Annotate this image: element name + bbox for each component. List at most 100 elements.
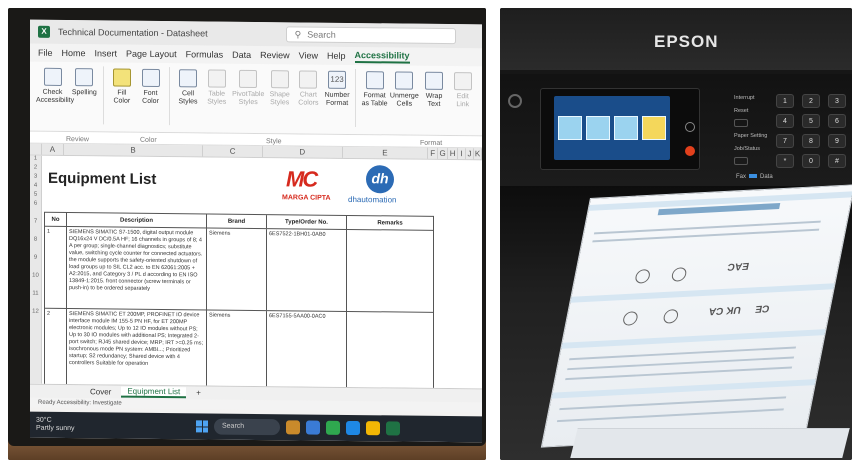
- ribbon: Check Accessibility Spelling Fill Color …: [30, 61, 482, 137]
- pivottable-styles-button[interactable]: PivotTable Styles: [232, 68, 264, 107]
- key-3[interactable]: 3: [828, 94, 846, 108]
- taskbar-app-icon[interactable]: [306, 420, 320, 435]
- row-headers: 1 2 3 4 5 6 7 8 9 10 11 12: [30, 155, 42, 384]
- cell-remarks[interactable]: [347, 230, 433, 312]
- add-sheet-icon[interactable]: +: [196, 388, 201, 397]
- tab-data[interactable]: Data: [232, 50, 251, 60]
- check-accessibility-button[interactable]: Check Accessibility: [36, 66, 74, 105]
- group-color: Color: [140, 136, 157, 144]
- tab-formulas[interactable]: Formulas: [186, 49, 224, 59]
- unmerge-cells-button[interactable]: Unmerge Cells: [390, 69, 419, 108]
- key-0[interactable]: 0: [802, 154, 820, 168]
- tab-review[interactable]: Review: [260, 50, 290, 60]
- cell-brand[interactable]: Siemens: [207, 310, 267, 389]
- taskbar-app-icon[interactable]: [286, 420, 300, 435]
- job-status-button[interactable]: [734, 157, 748, 165]
- tab-help[interactable]: Help: [327, 51, 346, 61]
- cell-styles-button[interactable]: Cell Styles: [175, 67, 202, 106]
- tab-home[interactable]: Home: [62, 48, 86, 58]
- row-number[interactable]: 8: [30, 237, 41, 255]
- header-order-no: Type/Order No.: [267, 215, 347, 229]
- key-2[interactable]: 2: [802, 94, 820, 108]
- format-as-table-button[interactable]: Format as Table: [361, 69, 388, 108]
- windows-taskbar: 30°C Partly sunny Search: [30, 411, 482, 443]
- font-color-button[interactable]: Font Color: [137, 67, 164, 106]
- palette-icon: [299, 70, 318, 89]
- chart-colors-button[interactable]: Chart Colors: [295, 68, 322, 107]
- row-number[interactable]: 10: [30, 273, 41, 291]
- cell-remarks[interactable]: [347, 312, 433, 388]
- row-number[interactable]: 11: [30, 291, 41, 309]
- paint-bucket-icon: [112, 68, 131, 87]
- link-icon: [453, 72, 472, 91]
- wrap-text-button[interactable]: Wrap Text: [421, 70, 448, 109]
- paper-band: [561, 329, 826, 349]
- key-7[interactable]: 7: [776, 134, 794, 148]
- windows-start-icon[interactable]: [196, 420, 208, 433]
- tab-insert[interactable]: Insert: [95, 48, 118, 58]
- screen-tile-icon[interactable]: [586, 116, 610, 140]
- search-box[interactable]: ⚲ Search: [285, 26, 456, 45]
- tab-accessibility[interactable]: Accessibility: [354, 49, 410, 64]
- row-number[interactable]: 5: [30, 192, 41, 201]
- cell-no[interactable]: 1: [45, 226, 67, 309]
- screen-tile-icon[interactable]: [642, 116, 666, 140]
- certification-mark-icon: [621, 311, 639, 326]
- shape-styles-button[interactable]: Shape Styles: [266, 68, 293, 107]
- tab-file[interactable]: File: [38, 48, 53, 58]
- key-hash[interactable]: #: [828, 154, 846, 168]
- row-number[interactable]: 9: [30, 255, 41, 273]
- workbook-title[interactable]: Technical Documentation - Datasheet: [58, 27, 208, 39]
- reset-button[interactable]: [734, 119, 748, 127]
- row-number[interactable]: 7: [30, 219, 41, 237]
- row-number[interactable]: 4: [30, 183, 41, 192]
- taskbar-excel-icon[interactable]: [386, 421, 400, 436]
- worksheet[interactable]: 1 2 3 4 5 6 7 8 9 10 11 12 Equipment List MC MARGA …: [30, 155, 482, 389]
- spelling-button[interactable]: Spelling: [71, 66, 98, 97]
- taskbar-search[interactable]: Search: [214, 418, 280, 436]
- key-5[interactable]: 5: [802, 114, 820, 128]
- key-9[interactable]: 9: [828, 134, 846, 148]
- row-number[interactable]: 6: [30, 201, 41, 219]
- key-8[interactable]: 8: [802, 134, 820, 148]
- paper-stack: [570, 428, 850, 458]
- edit-link-button[interactable]: Edit Link: [449, 70, 476, 109]
- screen-tile-icon[interactable]: [558, 116, 582, 140]
- stop-icon[interactable]: [685, 146, 695, 156]
- wrap-text-icon: [425, 71, 444, 90]
- row-number[interactable]: 2: [30, 165, 41, 174]
- taskbar-folder-icon[interactable]: [366, 421, 380, 436]
- unmerge-icon: [395, 71, 414, 90]
- weather-widget[interactable]: 30°C Partly sunny: [36, 417, 106, 434]
- help-icon[interactable]: [685, 122, 695, 132]
- tab-page-layout[interactable]: Page Layout: [126, 49, 177, 60]
- screen-tile-icon[interactable]: [614, 116, 638, 140]
- key-4[interactable]: 4: [776, 114, 794, 128]
- cell-order-no[interactable]: 6ES7522-1BH01-0AB0: [267, 229, 347, 311]
- printer-touchscreen[interactable]: [554, 96, 670, 160]
- key-6[interactable]: 6: [828, 114, 846, 128]
- cell-order-no[interactable]: 6ES7155-5AA00-0AC0: [267, 311, 347, 389]
- fill-color-button[interactable]: Fill Color: [109, 66, 136, 105]
- marga-cipta-logo-text: MARGA CIPTA: [282, 194, 331, 202]
- cell-brand[interactable]: Siemens: [207, 228, 267, 311]
- key-1[interactable]: 1: [776, 94, 794, 108]
- power-icon[interactable]: [508, 94, 522, 108]
- key-star[interactable]: *: [776, 154, 794, 168]
- row-number[interactable]: 1: [30, 156, 41, 165]
- cell-description[interactable]: SIEMENS SIMATIC ET 200MP, PROFINET IO de…: [67, 309, 207, 389]
- table-styles-button[interactable]: Table Styles: [203, 67, 230, 106]
- sheet-tab-equipment-list[interactable]: Equipment List: [121, 386, 187, 399]
- accessibility-icon: [43, 67, 62, 86]
- taskbar-app-icon[interactable]: [326, 420, 340, 435]
- cell-no[interactable]: 2: [45, 308, 67, 389]
- taskbar-edge-icon[interactable]: [346, 420, 360, 436]
- sheet-tab-cover[interactable]: Cover: [90, 387, 111, 396]
- row-number[interactable]: 12: [30, 309, 41, 327]
- data-label: Data: [760, 174, 773, 180]
- tab-view[interactable]: View: [299, 50, 318, 60]
- row-number[interactable]: 3: [30, 174, 41, 183]
- cell-description[interactable]: SIEMENS SIMATIC S7-1500, digital output …: [67, 227, 207, 310]
- number-format-button[interactable]: 123 Number Format: [324, 69, 351, 108]
- table-row: 2 SIEMENS SIMATIC ET 200MP, PROFINET IO …: [45, 308, 433, 389]
